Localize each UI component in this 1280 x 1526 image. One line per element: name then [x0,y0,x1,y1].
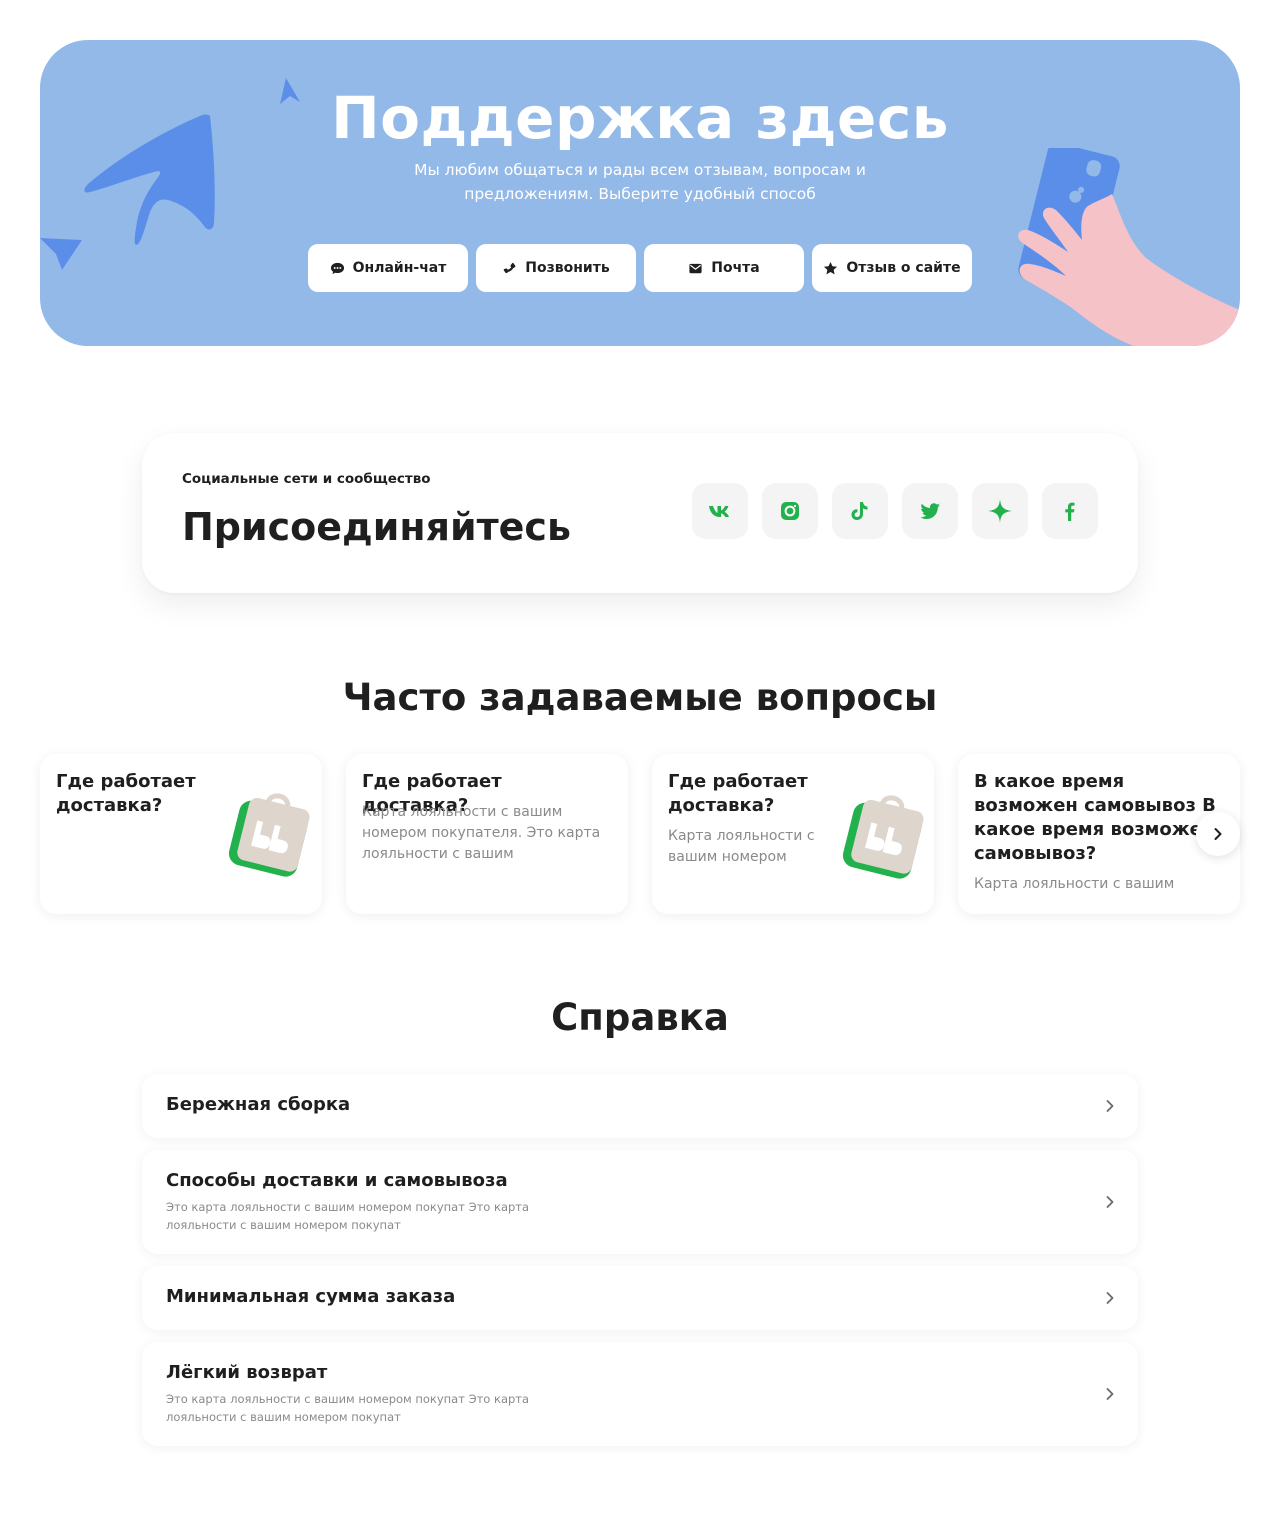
small-plane-left-icon [40,238,82,270]
faq-question: Где работает доставка? [668,771,808,816]
twitter-icon [920,503,940,519]
star-icon [824,261,838,274]
phone-icon [503,262,516,273]
mail-label: Почта [711,260,760,276]
online-chat-label: Онлайн-чат [352,260,447,276]
help-heading: Справка [551,996,729,1039]
faq-card[interactable]: Где работает доставка? [40,754,322,914]
help-item-easy-return[interactable]: Лёгкий возврат Это карта лояльности с ва… [142,1342,1138,1446]
facebook-icon [1065,502,1075,521]
sparkle-icon [988,499,1012,523]
mail-button[interactable]: Почта [644,244,804,292]
faq-next-button[interactable] [1196,812,1240,856]
chevron-right-icon [1106,1100,1114,1112]
help-item-minimum-order[interactable]: Минимальная сумма заказа [142,1266,1138,1330]
help-item-title: Бережная сборка [166,1094,351,1115]
online-chat-button[interactable]: Онлайн-чат [308,244,468,292]
help-item-title: Лёгкий возврат [166,1362,328,1383]
faq-question: Где работает доставка? [56,771,196,816]
instagram-link[interactable] [762,483,818,539]
chat-icon [330,262,344,274]
faq-carousel: Где работает доставка? Где работает дост… [40,754,1240,914]
chevron-right-icon [1106,1196,1114,1208]
faq-answer: Карта лояльности с вашим номером покупат… [362,804,601,862]
social-card: Социальные сети и сообщество Присоединяй… [142,433,1138,593]
hero-buttons: Онлайн-чат Позвонить Почта Отзыв о сайте [308,244,972,292]
help-item-title: Минимальная сумма заказа [166,1286,456,1307]
vk-link[interactable] [692,483,748,539]
sparkle-link[interactable] [972,483,1028,539]
social-title: Присоединяйтесь [182,505,571,549]
social-kicker: Социальные сети и сообщество [182,471,431,487]
facebook-link[interactable] [1042,483,1098,539]
faq-answer: Карта лояльности с вашим номером [668,828,815,865]
chevron-right-icon [1106,1292,1114,1304]
twitter-link[interactable] [902,483,958,539]
chevron-right-icon [1214,828,1222,840]
call-button[interactable]: Позвонить [476,244,636,292]
tiktok-link[interactable] [832,483,888,539]
vk-icon [709,506,729,517]
instagram-icon [781,502,799,520]
help-item-careful-assembly[interactable]: Бережная сборка [142,1074,1138,1138]
hero-title: Поддержка здесь [331,84,949,152]
help-item-title: Способы доставки и самовывоза [166,1170,508,1191]
help-item-description: Это карта лояльности с вашим номером пок… [166,1392,530,1424]
faq-answer: Карта лояльности с вашим [974,876,1175,892]
call-label: Позвонить [525,260,610,276]
tiktok-icon [851,502,868,520]
faq-card[interactable]: Где работает доставка? Карта лояльности … [652,754,934,914]
social-icons [692,483,1098,539]
chevron-right-icon [1106,1388,1114,1400]
help-item-description: Это карта лояльности с вашим номером пок… [166,1200,530,1232]
shopping-bag-icon [842,795,924,879]
site-review-button[interactable]: Отзыв о сайте [812,244,972,292]
help-item-delivery-methods[interactable]: Способы доставки и самовывоза Это карта … [142,1150,1138,1254]
faq-question: В какое время возможен самовывоз В какое… [974,771,1216,864]
hand-with-phone-illustration-icon [1018,148,1240,346]
shopping-bag-icon [228,793,310,877]
hero-subtitle: Мы любим общаться и рады всем отзывам, в… [414,161,866,203]
faq-heading: Часто задаваемые вопросы [342,676,938,719]
site-review-label: Отзыв о сайте [846,260,961,276]
faq-card[interactable]: Где работает доставка? Карта лояльности … [346,754,628,914]
support-hero: Поддержка здесь Мы любим общаться и рады… [40,40,1240,346]
mail-icon [689,263,702,273]
